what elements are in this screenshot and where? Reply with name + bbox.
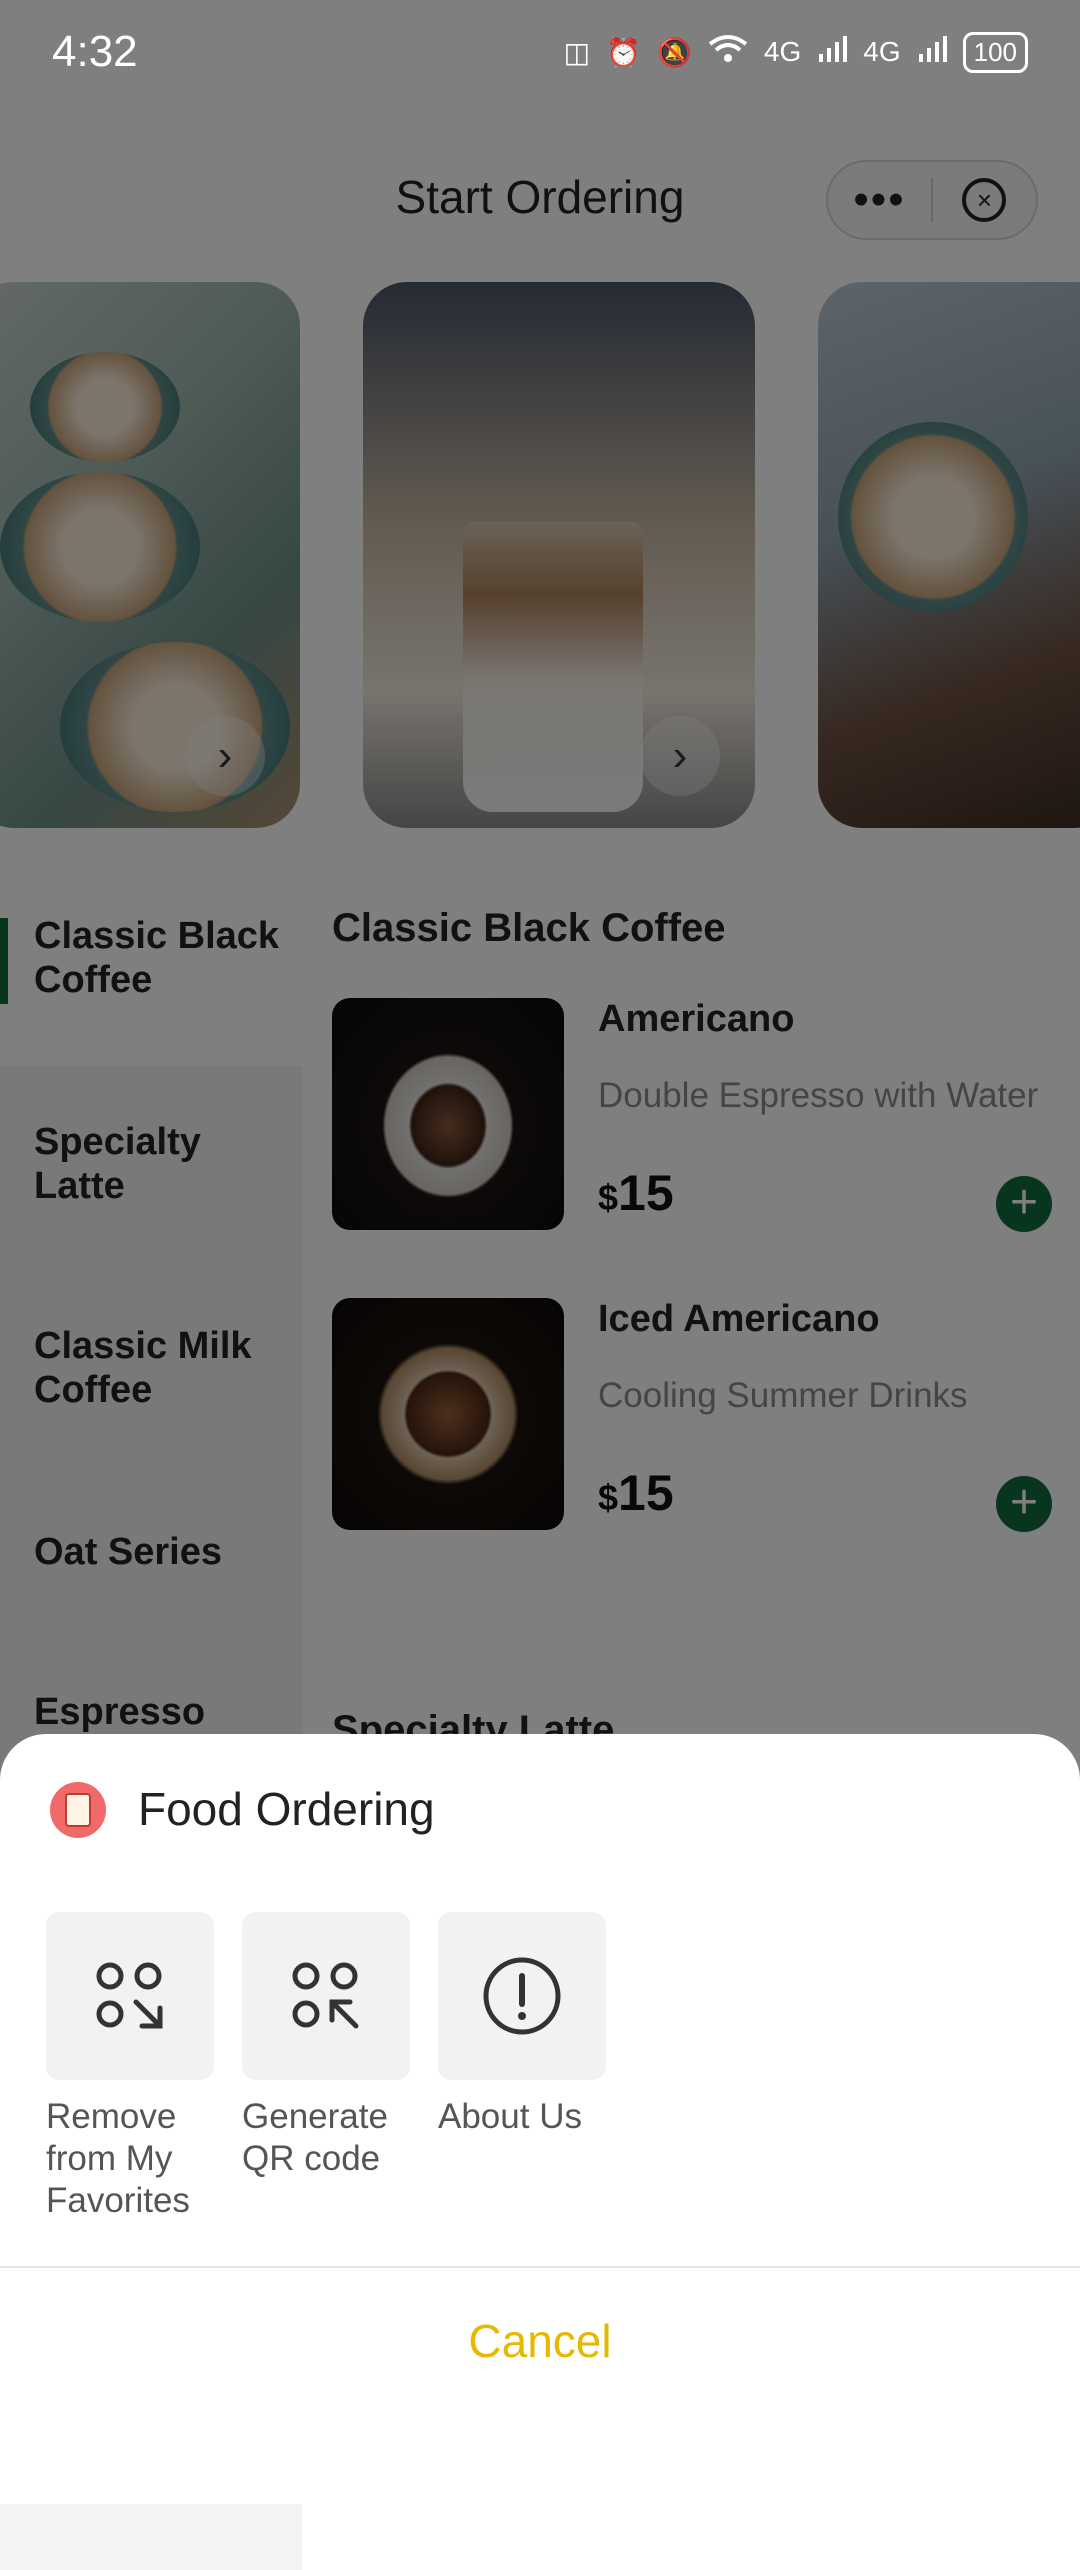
signal-icon [817, 34, 848, 71]
qr-code-icon [242, 1912, 410, 2080]
action-label: Remove from My Favorites [46, 2097, 190, 2220]
signal-icon-2 [917, 34, 947, 71]
about-us-action[interactable]: About Us [438, 1912, 606, 2138]
signal-label-1: 4G [763, 36, 802, 67]
action-sheet: Food Ordering Remove from My Favorites G… [0, 1734, 1080, 2504]
sheet-divider [0, 2266, 1080, 2268]
nfc-icon: ◫ [563, 36, 591, 68]
sheet-app-name: Food Ordering [138, 1783, 435, 1835]
remove-favorites-action[interactable]: Remove from My Favorites [46, 1912, 214, 2222]
generate-qr-action[interactable]: Generate QR code [242, 1912, 410, 2180]
action-label: Generate QR code [242, 2097, 388, 2178]
status-icons: ◫ ⏰ 🔕 4G 4G 100 [563, 31, 1028, 73]
remove-favorite-icon [46, 1912, 214, 2080]
mute-icon: 🔕 [657, 36, 692, 68]
action-label: About Us [438, 2097, 582, 2136]
signal-label-2: 4G [863, 36, 901, 67]
status-time: 4:32 [52, 27, 138, 76]
wifi-icon [708, 34, 748, 71]
status-bar: 4:32 ◫ ⏰ 🔕 4G 4G 100 [0, 0, 1080, 104]
alarm-icon: ⏰ [606, 36, 642, 68]
battery-icon: 100 [962, 31, 1028, 73]
app-logo-icon [50, 1782, 106, 1838]
cancel-button[interactable]: Cancel [0, 2314, 1080, 2368]
info-icon [438, 1912, 606, 2080]
